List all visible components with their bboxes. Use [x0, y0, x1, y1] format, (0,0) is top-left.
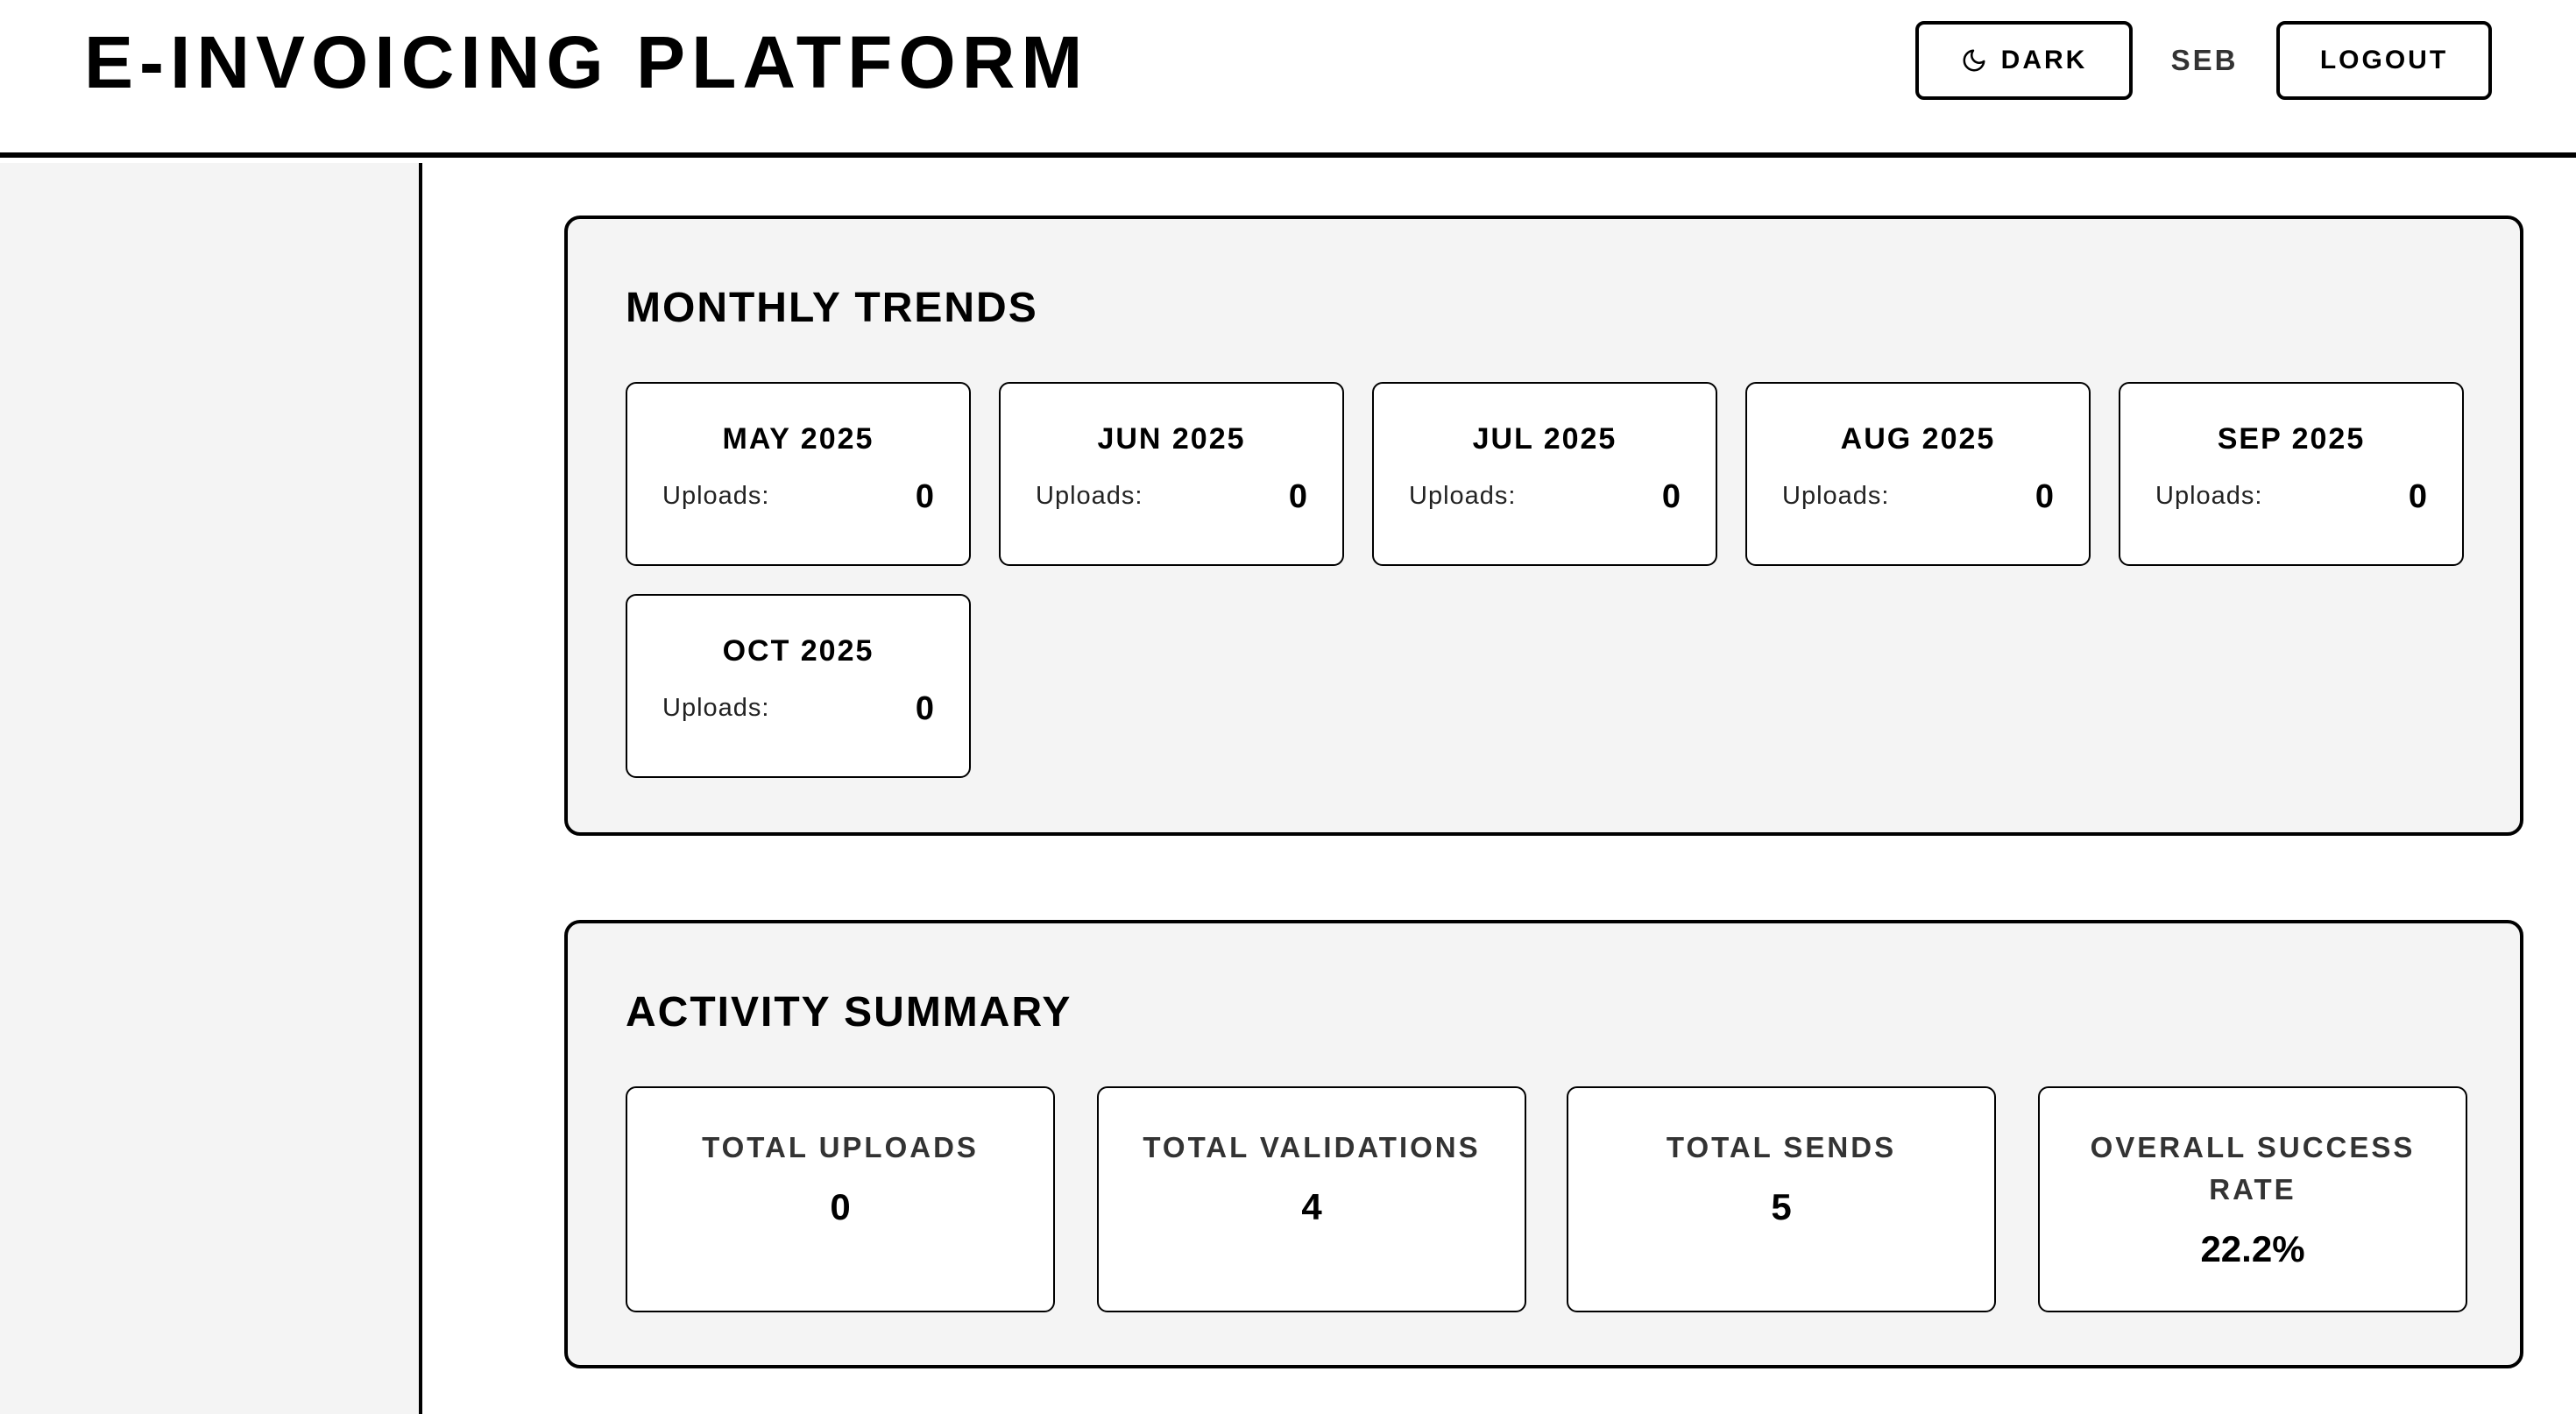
activity-summary-panel: ACTIVITY SUMMARY TOTAL UPLOADS 0 TOTAL V…	[564, 920, 2523, 1368]
month-name: MAY 2025	[722, 422, 874, 456]
month-card-may-2025: MAY 2025 Uploads: 0	[626, 382, 971, 566]
month-card-sep-2025: SEP 2025 Uploads: 0	[2119, 382, 2464, 566]
dark-mode-toggle-button[interactable]: DARK	[1915, 21, 2133, 100]
month-name: SEP 2025	[2217, 422, 2366, 456]
uploads-value: 0	[1288, 478, 1307, 515]
sidebar	[0, 163, 422, 1414]
stat-label: TOTAL UPLOADS	[702, 1131, 979, 1163]
uploads-label: Uploads:	[662, 694, 770, 722]
monthly-trends-panel: MONTHLY TRENDS MAY 2025 Uploads: 0 JUN 2…	[564, 216, 2523, 836]
month-card-aug-2025: AUG 2025 Uploads: 0	[1745, 382, 2091, 566]
uploads-value: 0	[2035, 478, 2054, 515]
month-card-jul-2025: JUL 2025 Uploads: 0	[1372, 382, 1717, 566]
month-name: AUG 2025	[1840, 422, 1996, 456]
stat-value: 5	[1771, 1186, 1792, 1227]
activity-summary-title: ACTIVITY SUMMARY	[626, 989, 1072, 1036]
moon-icon	[1963, 49, 1985, 72]
month-name: JUN 2025	[1097, 422, 1246, 456]
uploads-label: Uploads:	[1782, 482, 1890, 510]
month-card-jun-2025: JUN 2025 Uploads: 0	[999, 382, 1344, 566]
month-card-oct-2025: OCT 2025 Uploads: 0	[626, 594, 971, 778]
dark-mode-label: DARK	[2000, 46, 2088, 74]
month-name: OCT 2025	[722, 634, 874, 668]
app-title: E-INVOICING PLATFORM	[84, 21, 1089, 103]
stat-value: 22.2%	[2200, 1228, 2305, 1269]
uploads-value: 0	[915, 690, 934, 727]
stat-value: 4	[1301, 1186, 1322, 1227]
stat-card-overall-success-rate: OVERALL SUCCESS RATE 22.2%	[2038, 1086, 2467, 1312]
uploads-value: 0	[2408, 478, 2427, 515]
stat-label: OVERALL SUCCESS RATE	[2090, 1131, 2416, 1205]
stat-card-total-uploads: TOTAL UPLOADS 0	[626, 1086, 1055, 1312]
stat-label: TOTAL VALIDATIONS	[1143, 1131, 1481, 1163]
uploads-value: 0	[1661, 478, 1681, 515]
stat-card-total-validations: TOTAL VALIDATIONS 4	[1097, 1086, 1526, 1312]
uploads-label: Uploads:	[2155, 482, 2263, 510]
monthly-trends-title: MONTHLY TRENDS	[626, 285, 1038, 331]
uploads-value: 0	[915, 478, 934, 515]
uploads-label: Uploads:	[1036, 482, 1143, 510]
stat-label: TOTAL SENDS	[1666, 1131, 1897, 1163]
stat-card-total-sends: TOTAL SENDS 5	[1567, 1086, 1996, 1312]
uploads-label: Uploads:	[662, 482, 770, 510]
month-name: JUL 2025	[1472, 422, 1617, 456]
top-header: E-INVOICING PLATFORM DARK SEB LOGOUT	[0, 0, 2576, 158]
stat-value: 0	[830, 1186, 851, 1227]
uploads-label: Uploads:	[1409, 482, 1517, 510]
current-user-name: SEB	[2170, 44, 2239, 76]
logout-button[interactable]: LOGOUT	[2276, 21, 2492, 100]
